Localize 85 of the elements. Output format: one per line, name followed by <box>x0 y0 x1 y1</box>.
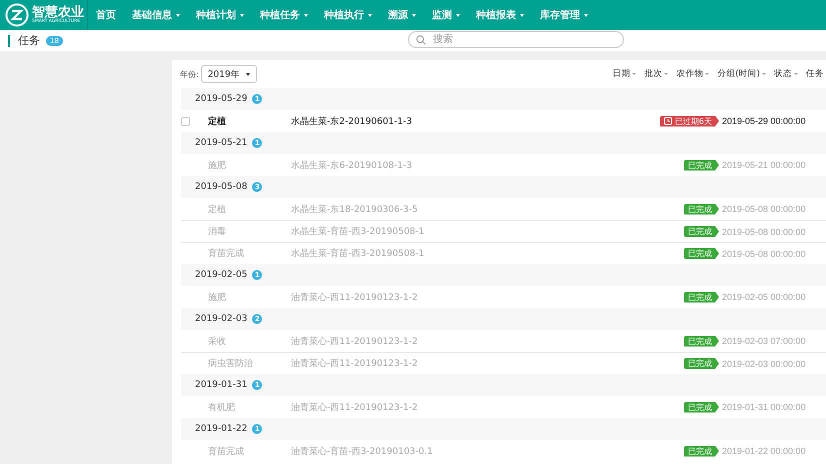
nav-menu-item[interactable]: 监测 <box>424 8 468 22</box>
year-dropdown[interactable]: 2019年 <box>200 65 257 83</box>
task-name: 有机肥 <box>208 402 236 414</box>
nav-menu-item[interactable]: 基础信息 <box>124 8 188 22</box>
task-row[interactable]: 施肥 油青菜心-西11-20190123-1-2 已完成 2019-02-05 00:00:00 <box>181 286 826 308</box>
filter-dropdown[interactable]: 日期 <box>612 68 636 80</box>
caret-icon <box>762 73 766 75</box>
task-name: 消毒 <box>208 226 227 238</box>
status-badge: 已完成 <box>684 160 719 170</box>
group-date: 2019-02-03 <box>195 314 248 324</box>
logo-name: 智慧农业 <box>32 6 84 19</box>
caret-icon <box>794 73 798 75</box>
task-row[interactable]: 采收 油青菜心-西11-20190123-1-2 已完成 2019-02-03 07:00:00 <box>181 330 826 352</box>
nav-menu-item[interactable]: 库存管理 <box>532 8 596 22</box>
task-row[interactable]: 定植 水晶生菜-东18-20190306-3-5 已完成 2019-05-08 00:00:00 <box>181 198 826 220</box>
search-icon <box>416 34 426 44</box>
status-badge: 已完成 <box>684 292 719 302</box>
nav-menu-item[interactable]: 种植计划 <box>188 8 252 22</box>
batch-code: 水晶生菜-东2-20190601-1-3 <box>291 116 413 128</box>
batch-code: 水晶生菜-育苗-西3-20190508-1 <box>291 247 426 260</box>
group-date: 2019-02-05 <box>195 270 248 280</box>
task-row[interactable]: 施肥 水晶生菜-东6-20190108-1-3 已完成 2019-05-21 00:00:00 <box>181 154 826 176</box>
task-row[interactable]: 定植 水晶生菜-东2-20190601-1-3 已过期6天 2019-05-29 00:00:00 <box>181 110 826 132</box>
group-date: 2019-01-22 <box>195 424 248 434</box>
batch-code: 油青菜心-西11-20190123-1-2 <box>291 292 419 304</box>
task-time: 2019-05-08 00:00:00 <box>722 248 807 258</box>
status-badge: 已完成 <box>684 204 719 214</box>
status-badge: 已完成 <box>684 358 719 369</box>
clock-icon <box>664 117 672 125</box>
task-time: 2019-02-05 00:00:00 <box>722 292 807 302</box>
nav-menu-item[interactable]: 种植报表 <box>468 8 532 22</box>
checkbox[interactable] <box>181 116 190 126</box>
page-title: 任务 <box>18 33 40 48</box>
filter-dropdown[interactable]: 状态 <box>774 68 798 80</box>
caret-icon <box>664 73 668 75</box>
task-time: 2019-01-31 00:00:00 <box>722 402 807 412</box>
filter-dropdown[interactable]: 任务 <box>806 68 826 80</box>
task-time: 2019-05-08 00:00:00 <box>722 204 807 214</box>
caret-icon <box>632 73 636 75</box>
nav-menu-item[interactable]: 种植任务 <box>252 8 316 22</box>
filter-dropdown[interactable]: 农作物 <box>676 68 710 80</box>
caret-icon <box>246 72 250 76</box>
task-time: 2019-02-03 00:00:00 <box>722 358 807 368</box>
status-badge: 已完成 <box>684 402 719 412</box>
task-row[interactable]: 有机肥 油青菜心-西11-20190123-1-2 已完成 2019-01-31 00:00:00 <box>181 396 826 418</box>
group-date: 2019-01-31 <box>195 380 248 390</box>
task-row[interactable]: 育苗完成 油青菜心-育苗-西3-20190103-0.1 已完成 2019-01-22 00:00:00 <box>181 440 826 462</box>
task-time: 2019-02-03 07:00:00 <box>722 336 807 346</box>
batch-code: 水晶生菜-育苗-西3-20190508-1 <box>291 225 426 238</box>
nav-menu-item[interactable]: 种植执行 <box>316 8 380 22</box>
status-badge: 已完成 <box>684 226 719 237</box>
search-field[interactable]: 搜索 <box>408 31 624 48</box>
filter-dropdown[interactable]: 分组(时间) <box>717 68 766 80</box>
status-badge: 已完成 <box>684 248 719 259</box>
task-name: 育苗完成 <box>208 445 245 458</box>
batch-code: 油青菜心-西11-20190123-1-2 <box>291 336 419 348</box>
year-label: 年份: <box>180 68 199 80</box>
task-row[interactable]: 消毒 水晶生菜-育苗-西3-20190508-1 已完成 2019-05-08 00:00:00 <box>181 220 826 242</box>
caret-icon <box>705 73 710 75</box>
group-date: 2019-05-21 <box>195 138 248 148</box>
task-time: 2019-05-29 00:00:00 <box>722 116 807 126</box>
group-date: 2019-05-29 <box>195 94 248 104</box>
task-name: 施肥 <box>208 292 227 304</box>
task-name: 定植 <box>208 204 227 216</box>
task-name: 采收 <box>208 336 227 348</box>
task-name: 定植 <box>208 115 227 128</box>
batch-code: 油青菜心-西11-20190123-1-2 <box>291 358 419 370</box>
task-name: 病虫害防治 <box>208 358 254 370</box>
nav-menu-item[interactable]: 溯源 <box>380 8 424 22</box>
status-badge: 已完成 <box>684 446 719 456</box>
batch-code: 水晶生菜-东6-20190108-1-3 <box>291 160 413 172</box>
task-time: 2019-05-21 00:00:00 <box>722 160 807 170</box>
batch-code: 油青菜心-西11-20190123-1-2 <box>291 402 419 414</box>
status-badge: 已完成 <box>684 336 719 346</box>
task-name: 施肥 <box>208 160 227 172</box>
batch-code: 水晶生菜-东18-20190306-3-5 <box>291 204 419 216</box>
nav-menu-item[interactable]: 首页 <box>88 8 124 22</box>
logo-icon <box>5 3 29 27</box>
task-time: 2019-05-08 00:00:00 <box>722 226 807 236</box>
batch-code: 油青菜心-育苗-西3-20190103-0.1 <box>291 445 434 458</box>
task-time: 2019-01-22 00:00:00 <box>722 446 807 456</box>
filter-dropdown[interactable]: 批次 <box>644 68 668 80</box>
group-date: 2019-05-08 <box>195 182 248 192</box>
task-name: 育苗完成 <box>208 247 245 260</box>
status-badge: 已过期6天 <box>660 116 719 126</box>
